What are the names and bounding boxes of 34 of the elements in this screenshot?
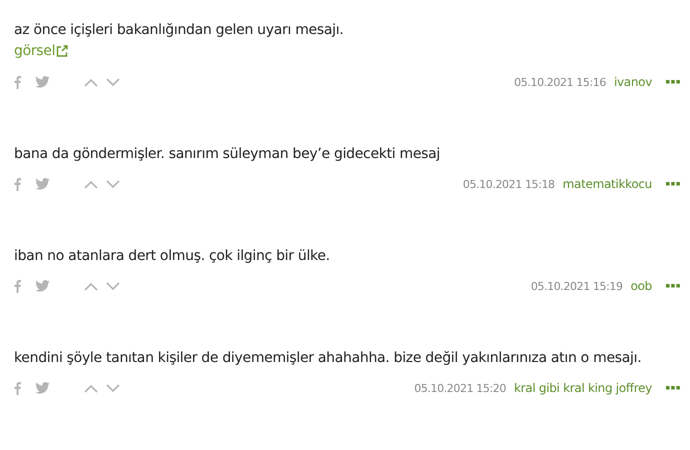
twitter-icon[interactable] [35, 76, 50, 88]
entry-date[interactable]: 05.10.2021 15:16 [514, 76, 606, 88]
entry-date[interactable]: 05.10.2021 15:18 [462, 178, 555, 190]
upvote-icon[interactable] [84, 78, 98, 86]
author-link[interactable]: kral gibi kral king joffrey [514, 381, 652, 395]
upvote-icon[interactable] [84, 180, 98, 188]
facebook-icon[interactable] [14, 280, 21, 292]
upvote-icon[interactable] [84, 384, 98, 392]
entry-text: bana da göndermişler. sanırım süleyman bey’e gidecekti mesaj [14, 145, 442, 164]
downvote-icon[interactable] [106, 282, 120, 290]
image-link[interactable]: görsel [14, 40, 68, 62]
entry-text: kendini şöyle tanıtan kişiler de diyememişler ahahahha. bize değil yakınlarınıza atın o mesajı. [14, 349, 642, 368]
facebook-icon[interactable] [14, 178, 21, 190]
facebook-icon[interactable] [14, 76, 21, 88]
entry-date[interactable]: 05.10.2021 15:20 [414, 382, 506, 394]
entry-date[interactable]: 05.10.2021 15:19 [530, 280, 623, 292]
twitter-icon[interactable] [35, 178, 50, 190]
twitter-icon[interactable] [35, 280, 50, 292]
external-link-icon [56, 45, 68, 57]
entry-text: iban no atanlara dert olmuş. çok ilginç bir ülke. [14, 247, 331, 266]
more-options-icon[interactable] [666, 182, 680, 186]
upvote-icon[interactable] [84, 282, 98, 290]
downvote-icon[interactable] [106, 384, 120, 392]
facebook-icon[interactable] [14, 382, 21, 394]
author-link[interactable]: matematikkocu [562, 177, 652, 191]
more-options-icon[interactable] [666, 386, 680, 390]
downvote-icon[interactable] [106, 78, 120, 86]
downvote-icon[interactable] [106, 180, 120, 188]
entry-text: az önce içişleri bakanlığından gelen uyarı mesajı. [14, 21, 344, 40]
twitter-icon[interactable] [35, 382, 50, 394]
author-link[interactable]: oob [630, 279, 652, 293]
more-options-icon[interactable] [666, 284, 680, 288]
author-link[interactable]: ivanov [614, 75, 652, 89]
more-options-icon[interactable] [666, 80, 680, 84]
